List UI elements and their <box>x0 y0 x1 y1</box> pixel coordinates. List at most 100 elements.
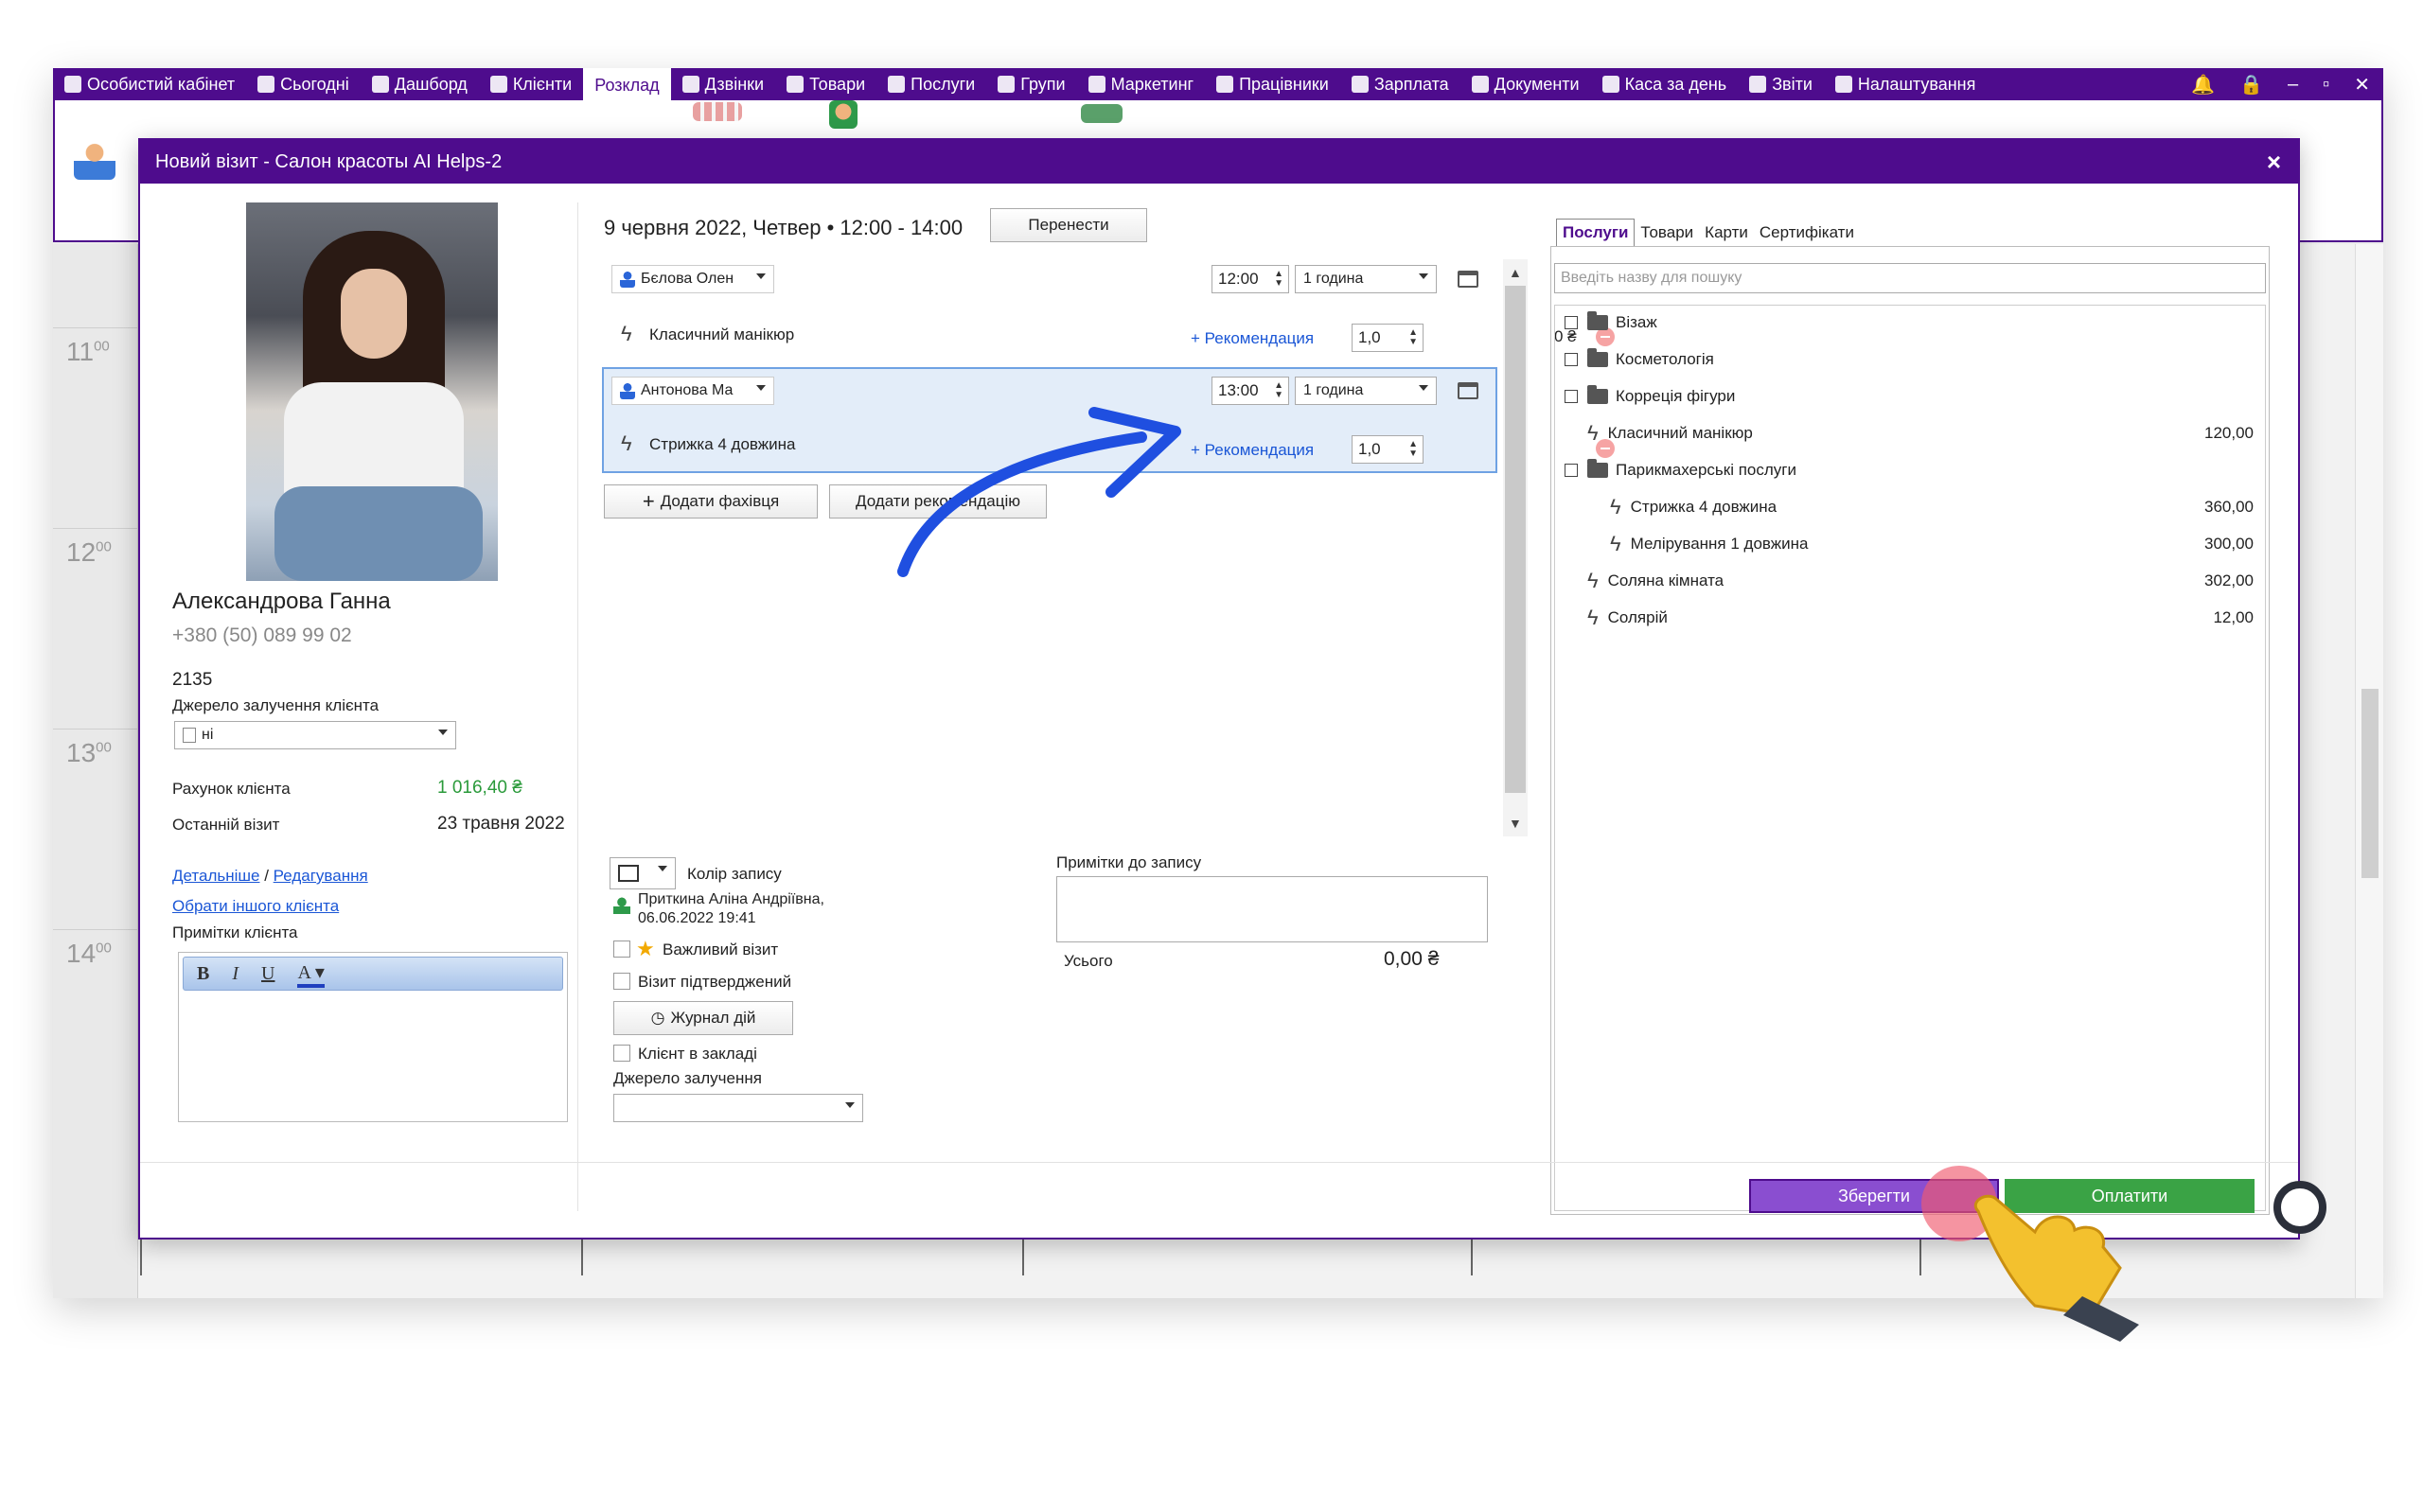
tree-folder[interactable]: Парикмахерські послуги <box>1565 457 2265 483</box>
nav-item-label: Розклад <box>594 75 660 95</box>
person-icon <box>620 382 635 399</box>
user-avatar-icon[interactable] <box>74 138 115 180</box>
minimize-button[interactable]: – <box>2288 74 2298 96</box>
tab-certificates[interactable]: Сертифікати <box>1754 220 1860 246</box>
lock-icon[interactable]: 🔒 <box>2239 73 2263 97</box>
nav-item-today[interactable]: today-icon Сьогодні <box>246 68 361 100</box>
italic-button[interactable]: I <box>232 963 239 985</box>
catalog-search-input[interactable]: Введіть назву для пошуку <box>1554 263 2266 293</box>
clock-icon: ◷ <box>650 1009 665 1027</box>
nav-item-clients[interactable]: clients-icon Клієнти <box>479 68 583 100</box>
nav-item-label: Працівники <box>1239 74 1329 94</box>
created-at: 06.06.2022 19:41 <box>638 910 756 926</box>
tree-service[interactable]: ϟ Мелірування 1 довжина 300,00 <box>1610 531 2265 557</box>
nav-item-dashboard[interactable]: dashboard-icon Дашборд <box>361 68 479 100</box>
important-checkbox[interactable] <box>613 941 630 958</box>
tree-service[interactable]: ϟ Соляна кімната 302,00 <box>1587 568 2265 594</box>
nav-item-goods[interactable]: goods-iconТовари <box>775 68 876 100</box>
visit-source-label: Джерело залучення <box>613 1069 762 1087</box>
client-notes-editor[interactable]: B I U A ▾ <box>178 952 568 1122</box>
client-name: Александрова Ганна <box>172 589 391 614</box>
link-separator: / <box>259 867 274 885</box>
tree-item-label: Парикмахерські послуги <box>1616 461 1796 479</box>
nav-item-settings[interactable]: settings-icon Налаштування <box>1824 68 1987 100</box>
calendar-icon[interactable] <box>1458 382 1478 399</box>
choose-other-client-link[interactable]: Обрати іншого клієнта <box>172 897 339 916</box>
duration-select[interactable]: 1 година <box>1295 377 1437 405</box>
salary-icon: salary-icon <box>1351 76 1369 93</box>
start-time-input[interactable]: 13:00 ▲ ▼ <box>1212 377 1289 405</box>
folder-icon <box>1587 311 1608 330</box>
add-recommendation-link[interactable]: + Рекомендация <box>1191 329 1314 348</box>
services-icon: services-icon <box>888 76 906 93</box>
visit-notes-input[interactable] <box>1056 876 1488 942</box>
expand-icon[interactable] <box>1565 464 1578 477</box>
quantity-stepper[interactable]: 1,0 ▲ ▼ <box>1352 435 1424 464</box>
master-select[interactable]: Антонова Ма <box>611 377 774 405</box>
expand-icon[interactable] <box>1565 316 1578 329</box>
tree-folder[interactable]: Корреція фігури <box>1565 383 2265 410</box>
details-link[interactable]: Детальніше <box>172 867 260 885</box>
nav-item-calls[interactable]: calls-icon Дзвінки <box>671 68 775 100</box>
tab-services[interactable]: Послуги <box>1556 219 1636 246</box>
nav-item-reports[interactable]: reports-icon Звіти <box>1738 68 1824 100</box>
time-label: 1200 <box>66 537 112 567</box>
nav-item-documents[interactable]: documents-icon Документи <box>1460 68 1591 100</box>
folder-icon <box>1587 348 1608 367</box>
service-name: Стрижка 4 довжина <box>649 435 796 453</box>
tree-item-label: Соляна кімната <box>1607 571 1724 589</box>
tab-goods[interactable]: Товари <box>1635 220 1699 246</box>
staff-icon[interactable] <box>829 100 858 129</box>
groups-icon: groups-icon <box>998 76 1016 93</box>
nav-item-cashdesk[interactable]: cashdesk-icon Каса за день <box>1591 68 1739 100</box>
nav-item-label: Налаштування <box>1857 74 1976 94</box>
action-log-button[interactable]: ◷ Журнал дій <box>613 1001 793 1035</box>
confirmed-checkbox[interactable] <box>613 973 630 990</box>
nav-item-schedule[interactable]: schedule-iconРозклад <box>583 68 671 102</box>
bold-button[interactable]: B <box>197 963 209 985</box>
cash-icon[interactable] <box>1081 104 1123 123</box>
nav-item-marketing[interactable]: marketing-icon Маркетинг <box>1077 68 1206 100</box>
client-source-select[interactable]: ні <box>174 721 456 749</box>
text-color-button[interactable]: A ▾ <box>297 960 325 988</box>
tree-folder[interactable]: Косметологія <box>1565 346 2265 373</box>
underline-button[interactable]: U <box>261 963 274 985</box>
total-value: 0,00 ₴ <box>1384 948 1440 970</box>
start-time-input[interactable]: 12:00 ▲ ▼ <box>1212 265 1289 293</box>
move-visit-button[interactable]: Перенести <box>990 208 1147 242</box>
tree-service[interactable]: ϟ Солярій 12,00 <box>1587 605 2265 631</box>
nav-item-groups[interactable]: groups-iconГрупи <box>986 68 1076 100</box>
close-window-button[interactable]: ✕ <box>2354 73 2370 97</box>
expand-icon[interactable] <box>1565 353 1578 366</box>
edit-link[interactable]: Редагування <box>274 867 368 885</box>
calendar-scrollbar[interactable] <box>2355 244 2383 1298</box>
tree-folder[interactable]: Візаж <box>1565 309 2265 336</box>
tab-cards[interactable]: Карти <box>1699 220 1754 246</box>
nav-item-cabinet[interactable]: cabinet-icon Особистий кабінет <box>53 68 246 100</box>
expand-icon[interactable] <box>1565 390 1578 403</box>
calendar-grid-icon[interactable] <box>693 102 742 121</box>
employees-icon: employees-icon <box>1216 76 1234 93</box>
dialog-close-button[interactable]: × <box>2267 148 2281 177</box>
visit-source-select[interactable] <box>613 1094 863 1122</box>
record-color-select[interactable] <box>610 857 676 889</box>
nav-item-salary[interactable]: salary-iconЗарплата <box>1340 68 1460 100</box>
service-bolt-icon: ϟ <box>621 322 632 345</box>
tree-service[interactable]: ϟ Класичний манікюр 120,00 <box>1587 420 2265 447</box>
master-name: Антонова Ма <box>641 382 734 398</box>
tree-service[interactable]: ϟ Стрижка 4 довжина 360,00 <box>1610 494 2265 520</box>
tree-item-label: Косметологія <box>1616 350 1714 368</box>
quantity-stepper[interactable]: 1,0 ▲ ▼ <box>1352 324 1424 352</box>
in-salon-checkbox[interactable] <box>613 1045 630 1062</box>
add-specialist-button[interactable]: + Додати фахівця <box>604 484 818 519</box>
restore-button[interactable]: ▫ <box>2323 74 2329 96</box>
nav-item-services[interactable]: services-icon Послуги <box>876 68 986 100</box>
master-select[interactable]: Бєлова Олен <box>611 265 774 293</box>
chat-bubble-icon[interactable] <box>2273 1181 2326 1234</box>
duration-select[interactable]: 1 година <box>1295 265 1437 293</box>
nav-item-employees[interactable]: employees-icon Працівники <box>1205 68 1340 100</box>
time-label: 1100 <box>66 337 110 366</box>
services-list-scrollbar[interactable]: ▲ ▼ <box>1503 259 1528 836</box>
calendar-icon[interactable] <box>1458 271 1478 288</box>
bell-icon[interactable]: 🔔 <box>2191 73 2215 97</box>
